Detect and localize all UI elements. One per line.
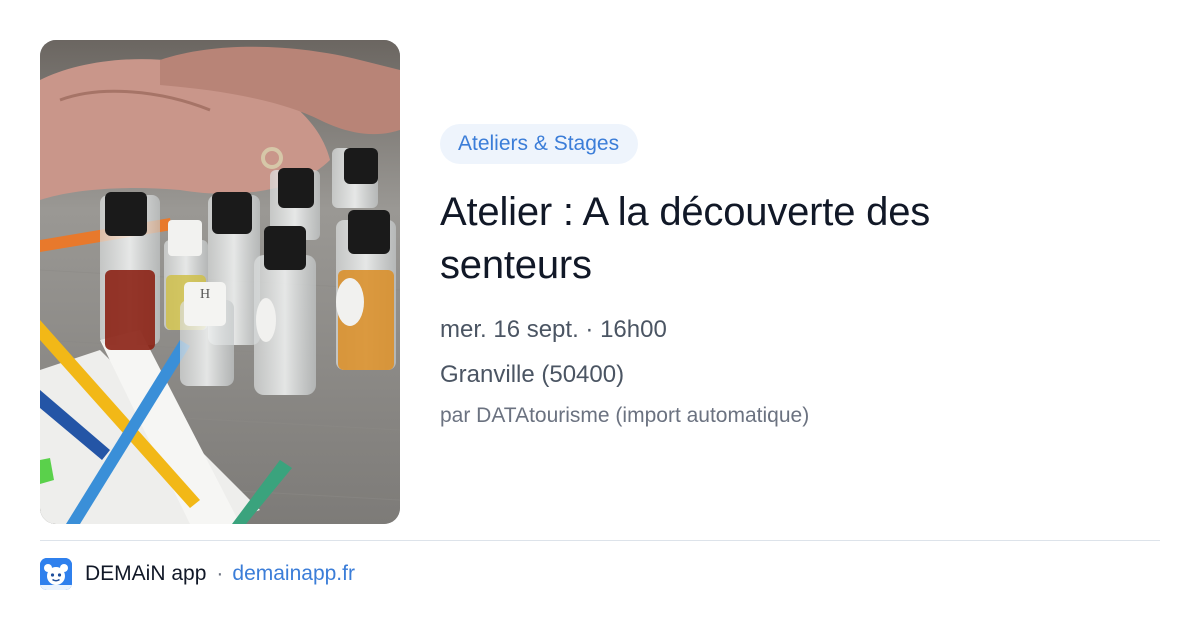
app-name[interactable]: DEMAiN app (85, 562, 206, 586)
event-datetime: mer. 16 sept. · 16h00 (440, 316, 667, 343)
event-photo[interactable]: H (40, 40, 400, 524)
event-location: Granville (50400) (440, 361, 625, 388)
footer-separator: · (216, 562, 224, 585)
footer-divider (40, 540, 1160, 541)
domain-link[interactable]: demainapp.fr (232, 562, 355, 586)
demain-app-logo-icon[interactable] (40, 558, 72, 590)
event-details: Ateliers & Stages Atelier : A la découve… (440, 124, 1140, 430)
event-title[interactable]: Atelier : A la découverte des senteurs (440, 186, 1080, 292)
footer: DEMAiN app · demainapp.fr (40, 558, 355, 590)
event-source: par DATAtourisme (import automatique) (440, 404, 810, 427)
category-badge[interactable]: Ateliers & Stages (440, 124, 639, 164)
vial-label: H (200, 287, 210, 302)
